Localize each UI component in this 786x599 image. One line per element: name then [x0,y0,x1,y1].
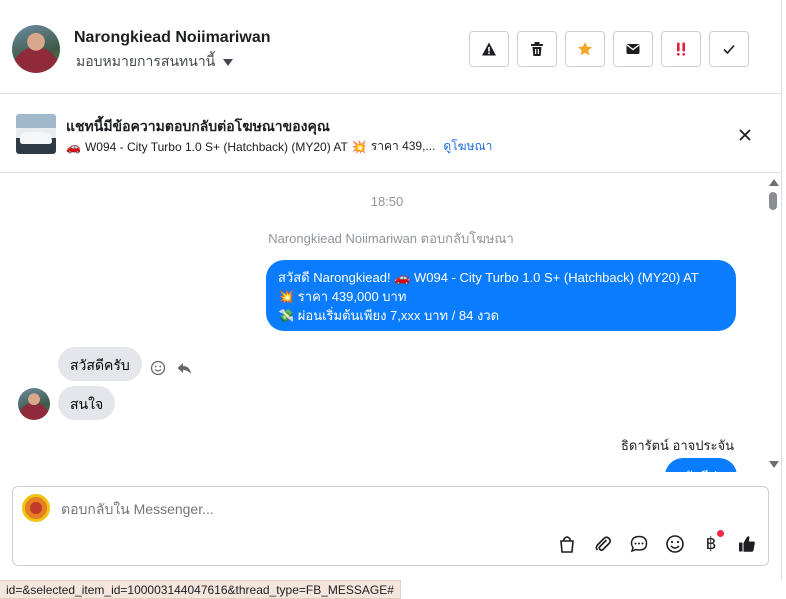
emoji-icon [666,535,684,553]
contact-avatar[interactable] [12,25,60,73]
message-line: 💥 ราคา 439,000 บาท [278,289,407,304]
outgoing-message[interactable]: สวัสดี Narongkiead! 🚗 W094 - City Turbo … [266,260,736,331]
saved-replies-button[interactable] [628,533,650,555]
mark-unread-button[interactable] [613,31,653,67]
star-button[interactable] [565,31,605,67]
baht-icon: ฿ [705,534,717,554]
spam-button[interactable] [661,31,701,67]
ad-reply-banner: แชทนี้มีข้อความตอบกลับต่อโฆษณาของคุณ 🚗 W… [0,95,782,173]
conversation-header: Narongkiead Noiimariwan มอบหมายการสนทนาน… [0,0,782,94]
warning-icon [482,42,496,56]
close-icon [739,129,751,141]
exclamation-icon [677,42,685,56]
caret-down-icon [223,58,234,66]
like-button[interactable] [736,533,758,555]
message-line: 💸 ผ่อนเริ่มต้นเพียง 7,xxx บาท / 84 งวด [278,308,500,323]
inbox-conversation-panel: Narongkiead Noiimariwan มอบหมายการสนทนาน… [0,0,782,580]
emoji-button[interactable] [664,533,686,555]
reply-icon[interactable] [176,360,192,376]
react-emoji-icon[interactable] [150,360,166,376]
done-button[interactable] [709,31,749,67]
message-line: สวัสดี Narongkiead! 🚗 W094 - City Turbo … [278,270,699,285]
incoming-message[interactable]: สนใจ [58,386,116,420]
thread-scrollbar[interactable] [766,174,780,472]
scroll-up-arrow-icon[interactable] [769,179,779,186]
system-note: Narongkiead Noiimariwan ตอบกลับโฆษณา [268,231,514,246]
browser-status-url: id=&selected_item_id=100003144047616&thr… [0,580,401,599]
reply-input[interactable] [61,501,661,517]
message-tools [150,360,192,376]
notification-dot [717,530,724,537]
check-icon [723,44,735,55]
message-timestamp: 18:50 [370,194,404,209]
shop-button[interactable] [556,533,578,555]
page-avatar [22,494,50,522]
car-icon: 🚗 [66,139,81,154]
star-icon [578,42,592,56]
close-banner-button[interactable] [736,126,754,144]
assign-label: มอบหมายการสนทนานี้ [76,53,216,69]
sender-name: ธิดารัตน์ อาจประจัน [620,438,734,453]
outgoing-message[interactable]: สวัสดีค่ะ [665,458,737,472]
payment-button[interactable]: ฿ [700,530,724,555]
attach-button[interactable] [592,533,614,555]
shopping-bag-icon [560,536,574,553]
incoming-message[interactable]: สวัสดีครับ [58,347,142,381]
ad-banner-title: แชทนี้มีข้อความตอบกลับต่อโฆษณาของคุณ [66,118,330,134]
contact-avatar-small[interactable] [18,388,50,420]
delete-button[interactable] [517,31,557,67]
contact-name[interactable]: Narongkiead Noiimariwan [74,29,271,47]
ad-price-snippet: ราคา 439,... [370,139,436,153]
scroll-down-arrow-icon[interactable] [769,461,779,468]
chat-bubble-icon [630,535,648,553]
assign-conversation-dropdown[interactable]: มอบหมายการสนทนานี้ [76,51,234,73]
ad-product-name: W094 - City Turbo 1.0 S+ (Hatchback) (MY… [84,139,348,154]
burst-icon: 💥 [351,139,367,154]
header-action-bar [469,31,749,67]
composer-toolbar: ฿ [556,530,758,555]
scroll-thumb[interactable] [769,192,777,210]
ad-banner-description: 🚗 W094 - City Turbo 1.0 S+ (Hatchback) (… [66,137,492,156]
trash-icon [531,42,543,56]
envelope-icon [626,44,640,54]
paperclip-icon [595,536,612,552]
report-button[interactable] [469,31,509,67]
ad-thumbnail[interactable] [16,114,56,154]
message-thread[interactable]: 18:50 Narongkiead Noiimariwan ตอบกลับโฆษ… [0,174,766,472]
view-ad-link[interactable]: ดูโฆษณา [443,137,492,156]
message-composer: ฿ [12,486,769,566]
thumbs-up-icon [739,536,755,552]
